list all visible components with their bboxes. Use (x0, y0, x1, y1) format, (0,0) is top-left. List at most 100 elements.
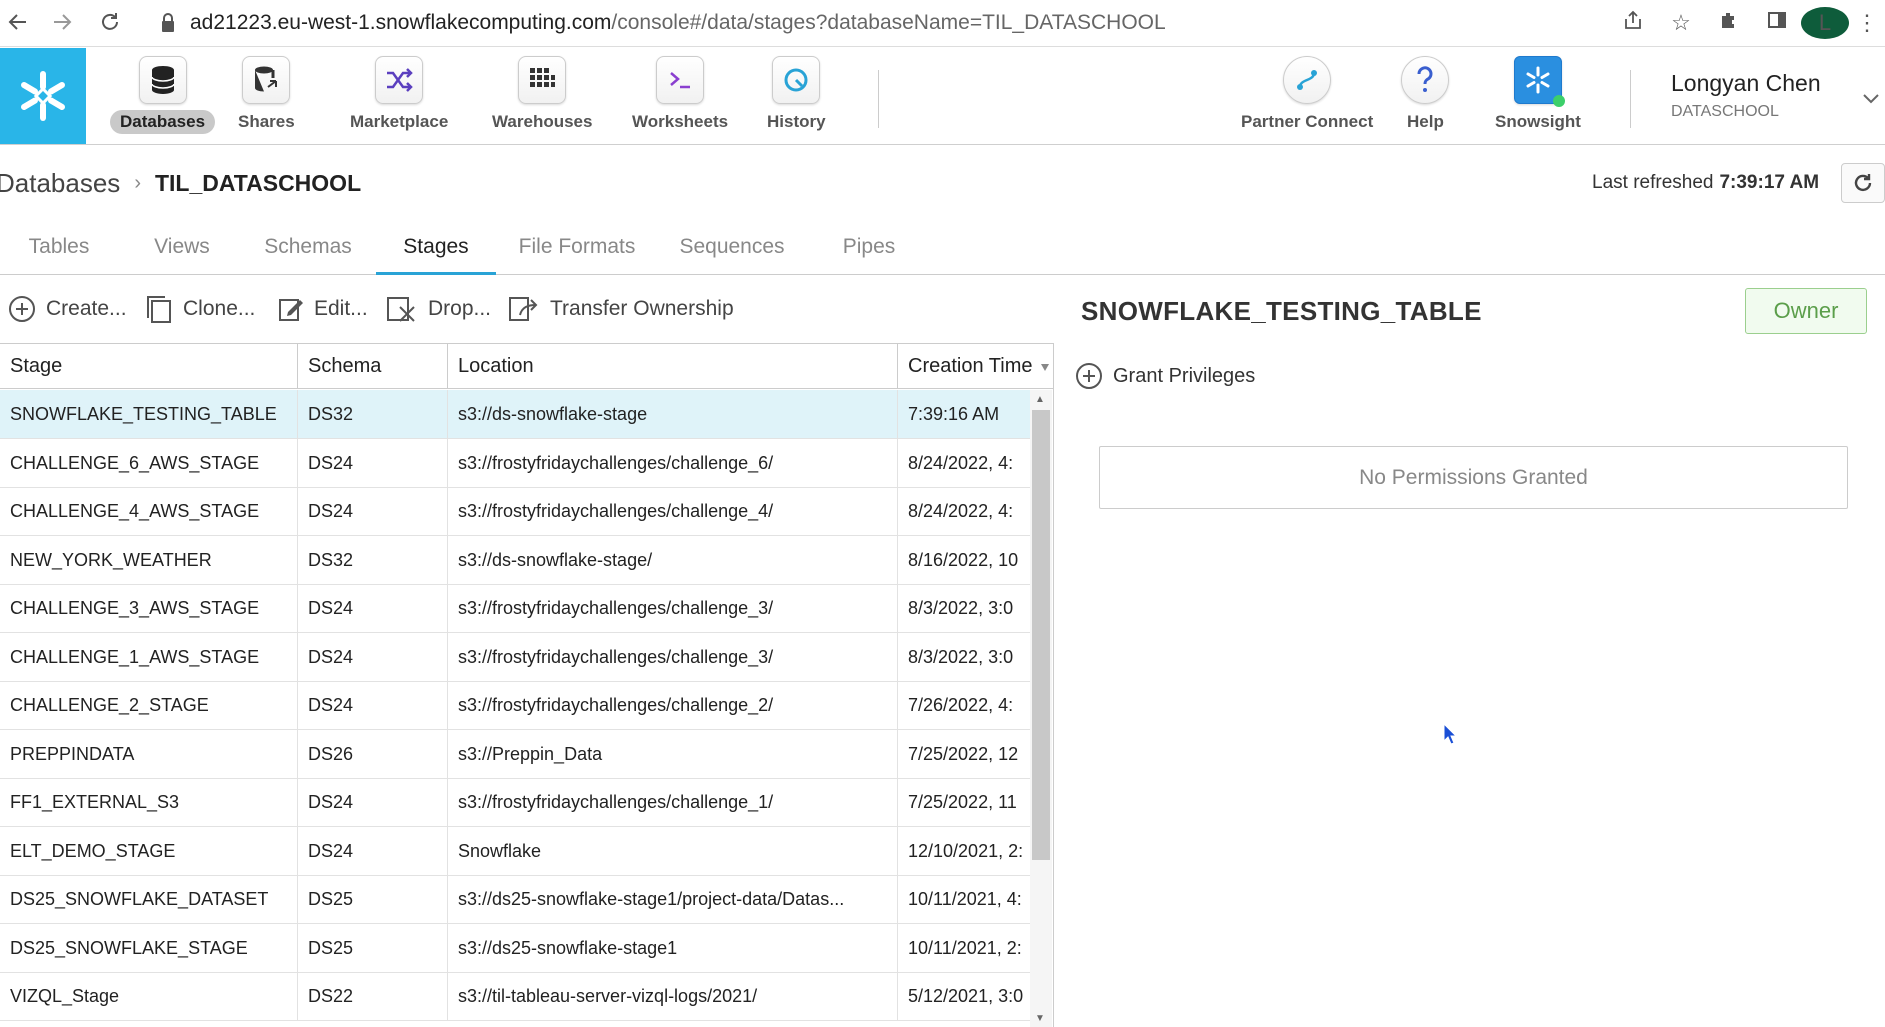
mouse-cursor-icon (1443, 723, 1457, 750)
user-org: DATASCHOOL (1671, 103, 1821, 121)
sidebar-icon[interactable] (1753, 10, 1801, 36)
edit-label: Edit... (314, 297, 368, 321)
transfer-icon (508, 295, 540, 323)
cell-creation-time: 8/24/2022, 4: (898, 439, 1030, 487)
cell-stage: DS25_SNOWFLAKE_STAGE (0, 924, 298, 972)
more-menu-icon[interactable]: ⋮ (1849, 10, 1885, 36)
share-icon[interactable] (1609, 9, 1657, 37)
cell-schema: DS24 (298, 633, 448, 681)
table-row[interactable]: CHALLENGE_1_AWS_STAGEDS24s3://frostyfrid… (0, 633, 1030, 682)
table-row[interactable]: DS25_SNOWFLAKE_STAGEDS25s3://ds25-snowfl… (0, 924, 1030, 973)
tab-pipes[interactable]: Pipes (834, 226, 904, 275)
edit-button[interactable]: Edit... (278, 292, 368, 326)
nav-marketplace[interactable]: Marketplace (340, 56, 458, 134)
create-button[interactable]: Create... (8, 292, 127, 326)
column-header-creation-time[interactable]: Creation Time (898, 344, 1054, 389)
nav-label: Databases (110, 110, 215, 134)
snowsight-icon (1514, 56, 1562, 104)
cell-schema: DS24 (298, 681, 448, 729)
drop-button[interactable]: Drop... (386, 292, 491, 326)
column-header-stage[interactable]: Stage (0, 344, 298, 389)
cell-stage: CHALLENGE_1_AWS_STAGE (0, 633, 298, 681)
nav-snowsight[interactable]: Snowsight (1485, 56, 1591, 134)
table-row[interactable]: CHALLENGE_6_AWS_STAGEDS24s3://frostyfrid… (0, 439, 1030, 488)
cell-schema: DS26 (298, 730, 448, 778)
table-row[interactable]: CHALLENGE_3_AWS_STAGEDS24s3://frostyfrid… (0, 584, 1030, 633)
nav-history[interactable]: History (757, 56, 836, 134)
column-header-location[interactable]: Location (448, 344, 898, 389)
chevron-down-icon[interactable] (1862, 88, 1880, 111)
breadcrumb-databases[interactable]: Databases (0, 168, 120, 199)
cell-schema: DS25 (298, 924, 448, 972)
user-menu[interactable]: Longyan Chen DATASCHOOL (1671, 70, 1821, 121)
cell-schema: DS24 (298, 584, 448, 632)
snowflake-logo-icon[interactable] (0, 48, 86, 144)
partner-connect-icon (1283, 56, 1331, 104)
tab-stages[interactable]: Stages (376, 226, 496, 275)
cell-stage: FF1_EXTERNAL_S3 (0, 778, 298, 826)
cell-creation-time: 10/11/2021, 2: (898, 924, 1030, 972)
scroll-up-icon[interactable]: ▲ (1035, 394, 1045, 405)
table-row[interactable]: DS25_SNOWFLAKE_DATASETDS25s3://ds25-snow… (0, 875, 1030, 924)
clone-button[interactable]: Clone... (145, 292, 255, 326)
scroll-down-icon[interactable]: ▼ (1035, 1013, 1045, 1024)
table-row[interactable]: SNOWFLAKE_TESTING_TABLEDS32s3://ds-snowf… (0, 390, 1030, 439)
database-icon (139, 56, 187, 104)
empty-permissions: No Permissions Granted (1099, 446, 1848, 509)
stage-detail-panel: SNOWFLAKE_TESTING_TABLE Owner Grant Priv… (1063, 276, 1885, 1027)
nav-label: Marketplace (340, 110, 458, 134)
grant-privileges-button[interactable]: Grant Privileges (1075, 362, 1255, 390)
cell-location: s3://ds-snowflake-stage/ (448, 536, 898, 584)
tab-tables[interactable]: Tables (20, 226, 98, 275)
cell-creation-time: 7/26/2022, 4: (898, 681, 1030, 729)
owner-button[interactable]: Owner (1745, 288, 1867, 334)
nav-shares[interactable]: Shares (228, 56, 305, 134)
table-row[interactable]: PREPPINDATADS26s3://Preppin_Data7/25/202… (0, 730, 1030, 779)
star-icon[interactable]: ☆ (1657, 10, 1705, 36)
tab-views[interactable]: Views (146, 226, 218, 275)
cell-location: s3://frostyfridaychallenges/challenge_2/ (448, 681, 898, 729)
cell-creation-time: 8/24/2022, 4: (898, 487, 1030, 535)
nav-worksheets[interactable]: Worksheets (622, 56, 738, 134)
extensions-icon[interactable] (1705, 10, 1753, 36)
cell-location: s3://til-tableau-server-vizql-logs/2021/ (448, 972, 898, 1020)
tab-file-formats[interactable]: File Formats (512, 226, 642, 275)
nav-label: Shares (228, 110, 305, 134)
table-scrollbar[interactable]: ▲ ▼ (1030, 390, 1052, 1027)
profile-avatar[interactable]: L (1801, 7, 1849, 39)
back-arrow-icon[interactable] (0, 4, 36, 40)
nav-databases[interactable]: Databases (110, 56, 215, 134)
refresh-button[interactable] (1841, 163, 1885, 203)
chevron-right-icon: › (134, 172, 141, 195)
column-header-schema[interactable]: Schema (298, 344, 448, 389)
shares-icon (242, 56, 290, 104)
cell-stage: NEW_YORK_WEATHER (0, 536, 298, 584)
table-row[interactable]: CHALLENGE_2_STAGEDS24s3://frostyfridaych… (0, 681, 1030, 730)
nav-warehouses[interactable]: Warehouses (482, 56, 602, 134)
reload-icon[interactable] (92, 4, 128, 40)
table-row[interactable]: CHALLENGE_4_AWS_STAGEDS24s3://frostyfrid… (0, 487, 1030, 536)
table-row[interactable]: VIZQL_StageDS22s3://til-tableau-server-v… (0, 972, 1030, 1021)
cell-location: s3://frostyfridaychallenges/challenge_6/ (448, 439, 898, 487)
nav-help[interactable]: Help (1397, 56, 1454, 134)
nav-partner-connect[interactable]: Partner Connect (1231, 56, 1383, 134)
table-row[interactable]: FF1_EXTERNAL_S3DS24s3://frostyfridaychal… (0, 778, 1030, 827)
table-row[interactable]: NEW_YORK_WEATHERDS32s3://ds-snowflake-st… (0, 536, 1030, 585)
address-bar[interactable]: ad21223.eu-west-1.snowflakecomputing.com… (160, 8, 1166, 38)
forward-arrow-icon[interactable] (44, 4, 80, 40)
help-icon (1401, 56, 1449, 104)
nav-label: Warehouses (482, 110, 602, 134)
grant-label: Grant Privileges (1113, 365, 1255, 388)
header-divider (878, 70, 879, 128)
tab-sequences[interactable]: Sequences (672, 226, 792, 275)
tab-schemas[interactable]: Schemas (260, 226, 356, 275)
cell-creation-time: 8/3/2022, 3:0 (898, 584, 1030, 632)
cell-stage: SNOWFLAKE_TESTING_TABLE (0, 390, 298, 438)
scrollbar-thumb[interactable] (1032, 410, 1050, 860)
transfer-ownership-button[interactable]: Transfer Ownership (508, 292, 734, 326)
cell-creation-time: 8/16/2022, 10 (898, 536, 1030, 584)
cell-stage: PREPPINDATA (0, 730, 298, 778)
warehouse-icon (518, 56, 566, 104)
table-row[interactable]: ELT_DEMO_STAGEDS24Snowflake12/10/2021, 2… (0, 827, 1030, 876)
cell-stage: VIZQL_Stage (0, 972, 298, 1020)
